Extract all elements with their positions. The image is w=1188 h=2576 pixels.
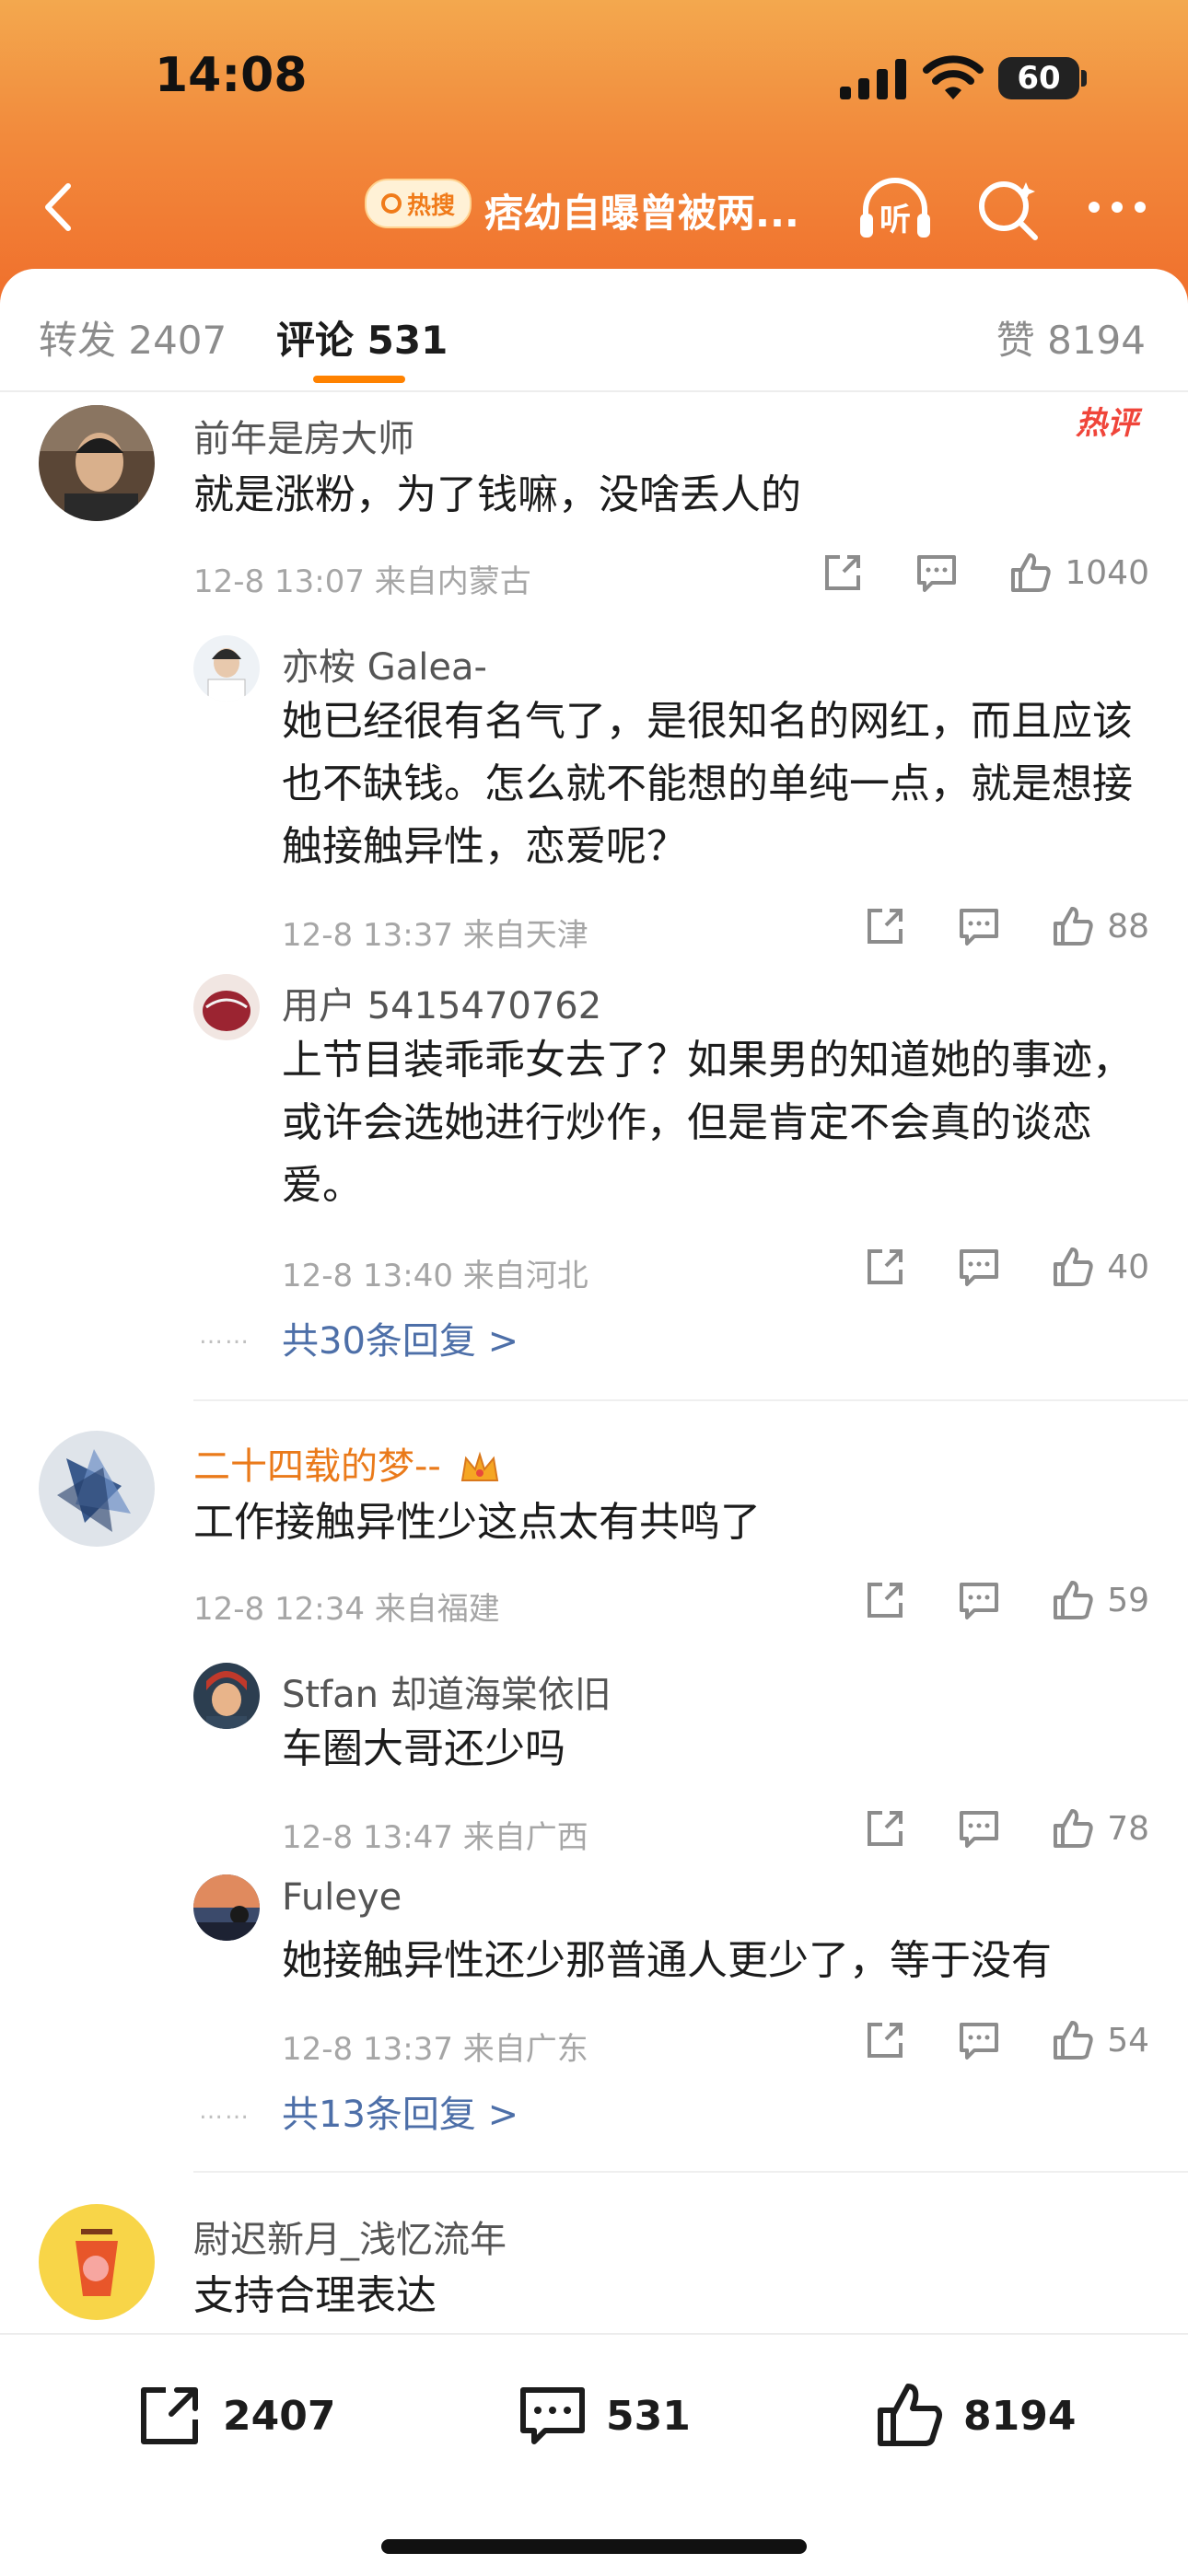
more-replies-dots: …… [199,1322,250,1350]
reply-meta: 12-8 13:47 来自广西 [282,1819,588,1856]
search-icon [380,193,402,214]
wifi-icon [923,55,984,99]
comment-text: 工作接触异性少这点太有共鸣了 [193,1499,761,1546]
like-count: 8194 [963,2392,1077,2440]
page-title[interactable]: 痞幼自曝曾被两... [484,182,799,238]
divider [193,1399,1188,1401]
comment-actions: 1040 [770,547,1149,598]
like-count: 1040 [1065,553,1149,592]
tab-like[interactable]: 赞 8194 [996,309,1146,366]
reply-username[interactable]: Fuleye [282,1876,402,1919]
vip-crown-icon [460,1451,498,1481]
nav-bar: 热搜 痞幼自曝曾被两... 听 [0,166,1188,249]
comment-username[interactable]: 尉迟新月_浅忆流年 [193,2210,507,2263]
repost-count: 2407 [223,2392,336,2440]
thumbs-up-icon[interactable] [1052,905,1094,947]
thumbs-up-icon[interactable] [1052,2019,1094,2061]
comment-meta: 12-8 12:34 来自福建 [193,1591,500,1628]
comment-username[interactable]: 二十四载的梦-- [193,1436,501,1490]
comment-text: 支持合理表达 [193,2272,437,2319]
hot-search-label: 热搜 [406,191,455,220]
reply-text: 上节目装乖乖女去了？如果男的知道她的事迹，或许会选她进行炒作，但是肯定不会真的谈… [282,1037,1133,1209]
reply-actions: 54 [812,2014,1149,2066]
like-count: 88 [1107,907,1149,946]
reply-avatar[interactable] [193,974,260,1040]
reply-text: 她已经很有名气了，是很知名的网红，而且应该也不缺钱。怎么就不能想的单纯一点，就是… [282,698,1133,870]
like-count: 40 [1107,1247,1149,1286]
listen-label: 听 [879,202,911,238]
reply-avatar[interactable] [193,635,260,702]
reply-avatar[interactable] [193,1874,260,1941]
share-icon[interactable] [864,1579,906,1621]
share-icon[interactable] [864,1246,906,1288]
tab-repost[interactable]: 转发 2407 [39,309,227,366]
more-options-icon[interactable] [1085,184,1149,230]
active-tab-indicator [313,376,405,383]
reply-actions: 78 [812,1803,1149,1854]
reply-username[interactable]: Stfan 却道海棠依旧 [282,1665,611,1718]
cellular-signal-icon [840,59,906,99]
comment-username-text: 二十四载的梦-- [193,1445,441,1488]
avatar[interactable] [39,405,155,521]
like-count: 59 [1107,1581,1149,1619]
thumbs-up-icon[interactable] [1052,1579,1094,1621]
like-count: 54 [1107,2021,1149,2060]
reply-icon[interactable] [958,1807,1000,1850]
comment-list: 前年是房大师 热评 就是涨粉，为了钱嘛，没啥丢人的 12-8 13:07 来自内… [0,390,1188,2333]
thumbs-up-icon[interactable] [1052,1246,1094,1288]
repost-button[interactable]: 2407 [134,2379,335,2453]
home-indicator [381,2539,807,2554]
reply-text: 车圈大哥还少吗 [282,1725,565,1772]
reply-username[interactable]: 用户 5415470762 [282,976,601,1029]
view-more-replies-link[interactable]: 共30条回复 > [282,1311,518,1364]
reply-actions: 88 [812,900,1149,952]
battery-cap [1081,70,1087,87]
header: 14:08 60 热搜 痞幼自曝曾被两... 听 [0,0,1188,304]
reply-icon[interactable] [958,1246,1000,1288]
share-icon[interactable] [821,551,864,594]
like-button[interactable]: 8194 [875,2379,1076,2453]
comment-text: 就是涨粉，为了钱嘛，没啥丢人的 [193,471,801,518]
back-arrow-icon[interactable] [28,175,92,239]
reply-meta: 12-8 13:40 来自河北 [282,1258,588,1294]
thumbs-up-icon [878,2384,942,2446]
share-icon[interactable] [864,905,906,947]
search-icon[interactable] [974,177,1041,243]
avatar[interactable] [39,1431,155,1547]
reply-icon[interactable] [915,551,958,594]
share-icon[interactable] [864,2019,906,2061]
reply-icon[interactable] [958,905,1000,947]
share-icon[interactable] [864,1807,906,1850]
battery-indicator: 60 [998,57,1079,99]
comment-count: 531 [606,2392,691,2440]
reply-text: 她接触异性还少那普通人更少了，等于没有 [282,1937,1052,1984]
reply-meta: 12-8 13:37 来自广东 [282,2031,588,2068]
reply-icon[interactable] [958,1579,1000,1621]
comment-username[interactable]: 前年是房大师 [193,409,414,462]
comment-actions: 59 [812,1574,1149,1626]
status-time: 14:08 [155,48,308,103]
reply-avatar[interactable] [193,1663,260,1729]
hot-comment-tag: 热评 [1076,405,1138,442]
reply-meta: 12-8 13:37 来自天津 [282,917,588,954]
reply-username[interactable]: 亦桉 Galea- [282,637,487,690]
thumbs-up-icon[interactable] [1052,1807,1094,1850]
view-more-replies-link[interactable]: 共13条回复 > [282,2084,518,2138]
tab-bar: 转发 2407 评论 531 赞 8194 [0,269,1188,392]
reply-actions: 40 [812,1241,1149,1293]
more-replies-dots: …… [199,2097,250,2125]
like-count: 78 [1107,1809,1149,1848]
reply-icon[interactable] [958,2019,1000,2061]
comment-icon [520,2387,585,2444]
hot-search-badge[interactable]: 热搜 [365,179,472,228]
comment-button[interactable]: 531 [518,2379,691,2453]
tab-comment[interactable]: 评论 531 [276,309,448,366]
repost-icon [141,2387,198,2444]
avatar[interactable] [39,2204,155,2320]
comment-meta: 12-8 13:07 来自内蒙古 [193,563,531,600]
headphones-listen-icon[interactable]: 听 [856,173,934,243]
divider [193,2171,1188,2173]
thumbs-up-icon[interactable] [1009,551,1052,594]
